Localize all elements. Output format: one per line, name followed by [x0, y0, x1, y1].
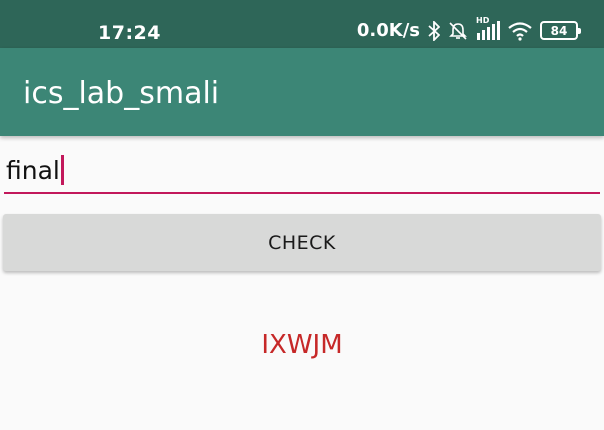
- signal-icon: HD: [476, 16, 500, 41]
- status-time: 17:24: [98, 22, 161, 44]
- bluetooth-icon: [428, 20, 440, 41]
- app-title: ics_lab_smali: [23, 76, 220, 111]
- input-value: final: [6, 155, 60, 185]
- result-text: IXWJM: [261, 330, 343, 360]
- status-bar: 17:24 0.0K/s HD 84: [0, 0, 604, 48]
- status-icons: 0.0K/s HD 84: [356, 16, 581, 41]
- wifi-icon: [508, 21, 532, 41]
- alarm-off-icon: [448, 21, 468, 41]
- battery-level: 84: [550, 23, 568, 38]
- text-input[interactable]: final: [4, 150, 600, 194]
- check-button[interactable]: CHECK: [3, 214, 601, 271]
- check-button-label: CHECK: [268, 231, 336, 254]
- battery-icon: 84: [540, 21, 581, 40]
- network-type: HD: [476, 15, 490, 25]
- network-speed: 0.0K/s: [356, 20, 420, 41]
- app-bar: ics_lab_smali: [0, 48, 604, 136]
- text-cursor: [60, 155, 64, 185]
